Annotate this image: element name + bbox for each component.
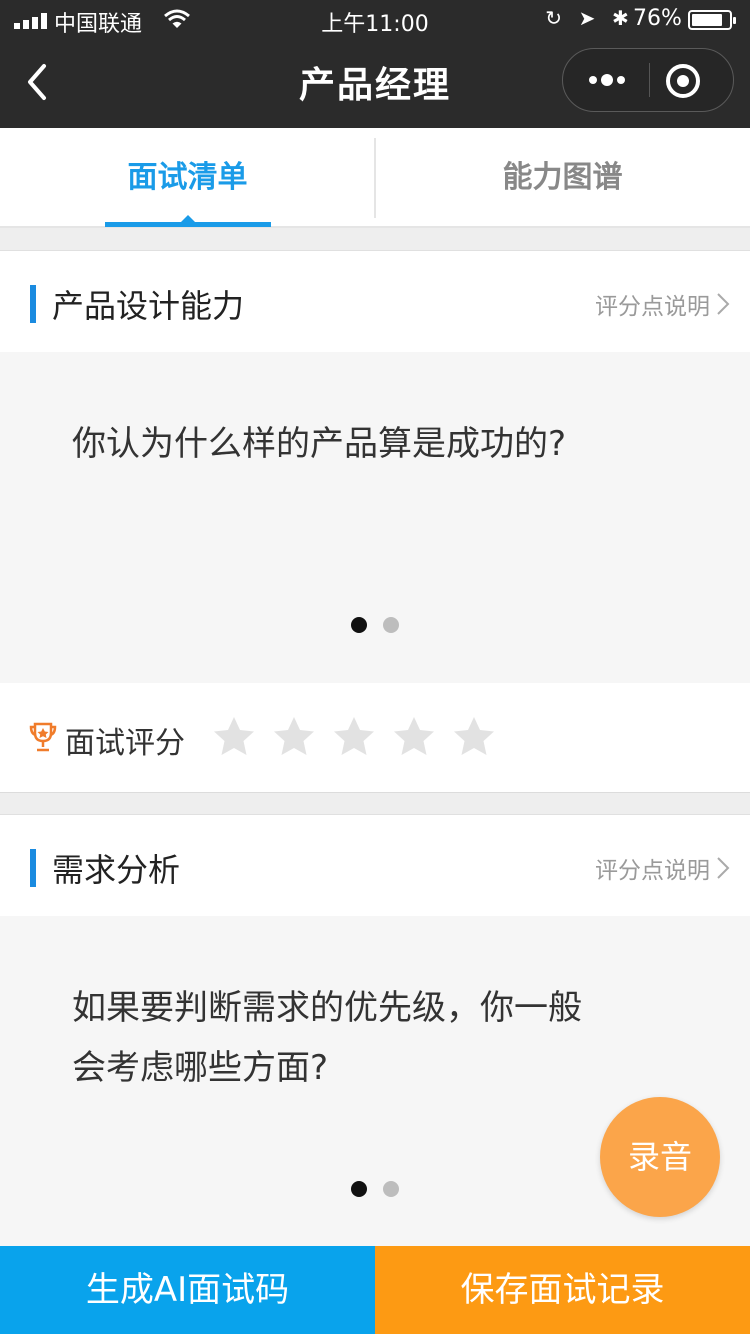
record-audio-button[interactable]: 录音 bbox=[600, 1097, 720, 1217]
active-tab-caret bbox=[181, 215, 195, 222]
rating-label: 面试评分 bbox=[65, 726, 185, 761]
status-icons: ↻ ➤ ✱ bbox=[537, 6, 637, 30]
pager-dot[interactable] bbox=[383, 1181, 399, 1197]
section-header-product-design: 产品设计能力 评分点说明 bbox=[0, 250, 750, 352]
chevron-right-icon bbox=[717, 293, 730, 315]
pager-dot[interactable] bbox=[383, 617, 399, 633]
chevron-right-icon bbox=[717, 857, 730, 879]
star-rating bbox=[212, 715, 512, 759]
score-explanation-link[interactable]: 评分点说明 bbox=[595, 287, 730, 321]
section-header-requirement-analysis: 需求分析 评分点说明 bbox=[0, 814, 750, 916]
battery-percent: 76% bbox=[633, 6, 682, 31]
section-title: 产品设计能力 bbox=[52, 287, 245, 325]
star-icon[interactable] bbox=[332, 715, 376, 759]
star-icon[interactable] bbox=[212, 715, 256, 759]
star-icon[interactable] bbox=[392, 715, 436, 759]
section-title: 需求分析 bbox=[52, 851, 181, 889]
trophy-icon bbox=[29, 722, 57, 752]
generate-ai-interview-code-button[interactable]: 生成AI面试码 bbox=[0, 1246, 375, 1334]
close-miniprogram-icon[interactable] bbox=[663, 61, 703, 101]
top-bar: 中国联通 上午11:00 ↻ ➤ ✱ 76% 产品经理 bbox=[0, 0, 750, 128]
mini-program-capsule bbox=[562, 48, 734, 112]
question-card[interactable]: 你认为什么样的产品算是成功的? bbox=[0, 352, 750, 683]
star-icon[interactable] bbox=[452, 715, 496, 759]
section-accent-bar bbox=[30, 285, 36, 323]
active-tab-indicator bbox=[105, 222, 271, 227]
location-arrow-icon: ➤ bbox=[578, 6, 596, 30]
question-line: 如果要判断需求的优先级，你一般 bbox=[72, 988, 582, 1028]
pager-dot-active[interactable] bbox=[351, 617, 367, 633]
score-link-label: 评分点说明 bbox=[595, 858, 710, 884]
pager-dot-active[interactable] bbox=[351, 1181, 367, 1197]
more-options-icon[interactable] bbox=[581, 63, 633, 97]
interview-rating-row: 面试评分 bbox=[0, 683, 750, 793]
question-text: 如果要判断需求的优先级，你一般 会考虑哪些方面? bbox=[72, 978, 672, 1098]
status-bar: 中国联通 上午11:00 ↻ ➤ ✱ 76% bbox=[0, 0, 750, 40]
bluetooth-icon: ✱ bbox=[611, 6, 629, 30]
question-line: 你认为什么样的产品算是成功的? bbox=[72, 424, 567, 464]
star-icon[interactable] bbox=[272, 715, 316, 759]
orientation-lock-icon: ↻ bbox=[545, 6, 563, 30]
battery-icon bbox=[688, 10, 736, 30]
tab-ability-map[interactable]: 能力图谱 bbox=[375, 128, 750, 228]
section-accent-bar bbox=[30, 849, 36, 887]
tab-bar: 面试清单 能力图谱 bbox=[0, 128, 750, 228]
capsule-divider bbox=[649, 63, 650, 97]
score-explanation-link[interactable]: 评分点说明 bbox=[595, 851, 730, 885]
question-text: 你认为什么样的产品算是成功的? bbox=[72, 414, 672, 474]
save-interview-record-button[interactable]: 保存面试记录 bbox=[375, 1246, 750, 1334]
question-line: 会考虑哪些方面? bbox=[72, 1048, 329, 1088]
score-link-label: 评分点说明 bbox=[595, 294, 710, 320]
tab-interview-list[interactable]: 面试清单 bbox=[0, 128, 375, 228]
